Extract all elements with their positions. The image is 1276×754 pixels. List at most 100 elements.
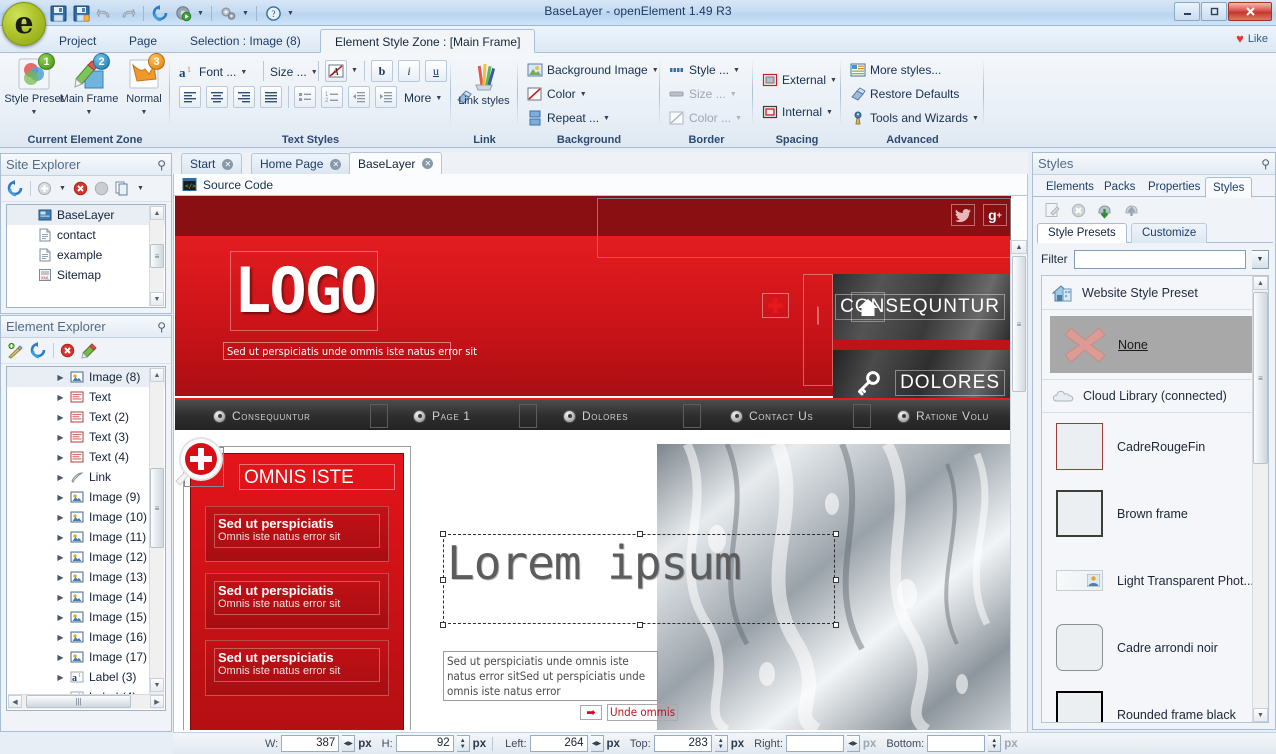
feature-row-2[interactable]: Sed ut perspiciatis Omnis iste natus err… — [205, 573, 389, 629]
bullet-list-button[interactable] — [294, 86, 316, 108]
more-text-styles-dropdown[interactable]: More ▼ — [404, 87, 442, 109]
undo-icon[interactable] — [94, 3, 114, 23]
canvas-vscrollbar[interactable]: ▲ ≡ ▼ — [1010, 240, 1027, 754]
expand-arrow-icon[interactable]: ▶ — [56, 533, 65, 542]
chevron-down-icon-size[interactable]: ▼ — [311, 69, 318, 76]
redo-icon[interactable] — [117, 3, 137, 23]
chevron-down-icon-bgimg[interactable]: ▼ — [652, 67, 659, 74]
element-item-image-16[interactable]: ▶ Image (16) — [7, 627, 165, 647]
top-spinner[interactable]: ▲ ▼ — [714, 735, 728, 752]
magnifier-plus-icon[interactable] — [175, 435, 228, 493]
twitter-icon[interactable] — [951, 204, 975, 226]
bold-button[interactable]: b — [371, 60, 393, 82]
decrease-indent-button[interactable] — [348, 86, 370, 108]
preview-dropdown-icon[interactable]: ▼ — [196, 10, 205, 17]
resize-handle-e[interactable] — [833, 577, 839, 583]
chevron-down-icon-bcolor[interactable]: ▼ — [735, 115, 742, 122]
export-style-icon[interactable] — [1123, 202, 1140, 219]
scroll-right-icon[interactable]: ▶ — [150, 695, 164, 708]
nav-item-page-1[interactable]: Page 1 — [413, 406, 471, 426]
doc-tab-start[interactable]: Start ✕ — [181, 153, 243, 174]
element-item-label-3[interactable]: ▶ a 1 Label (3) — [7, 667, 165, 687]
scroll-down-icon-2[interactable]: ▼ — [150, 678, 164, 692]
style-scroll-thumb[interactable]: ≡ — [1253, 292, 1268, 464]
chevron-down-icon-ext[interactable]: ▼ — [830, 77, 837, 84]
text-color-button[interactable]: A — [325, 60, 347, 82]
palette-icon[interactable] — [81, 342, 97, 359]
tab-properties[interactable]: Properties — [1141, 177, 1207, 197]
resize-handle-w[interactable] — [440, 577, 446, 583]
expand-arrow-icon[interactable]: ▶ — [56, 453, 65, 462]
background-image-dropdown[interactable]: Background Image ▼ — [527, 59, 659, 81]
add-placeholder-icon[interactable] — [762, 293, 789, 318]
style-item-cadrerougefin[interactable]: CadreRougeFin — [1042, 413, 1268, 480]
doc-tab-home-page[interactable]: Home Page ✕ — [251, 153, 351, 174]
chevron-down-icon-3[interactable]: ▼ — [141, 109, 148, 116]
pin-icon-2[interactable]: ⚲ — [157, 320, 166, 334]
font-dropdown[interactable]: a1 Font ... ▼ — [179, 61, 247, 83]
background-repeat-dropdown[interactable]: Repeat ... ▼ — [527, 107, 610, 129]
style-item-rounded-frame-black[interactable]: Rounded frame black — [1042, 681, 1268, 722]
restore-defaults-button[interactable]: Restore Defaults — [850, 83, 959, 105]
magic-wand-icon[interactable] — [7, 342, 24, 359]
minimize-button[interactable] — [1174, 2, 1200, 21]
style-list-scrollbar[interactable]: ▲ ≡ ▼ — [1252, 276, 1268, 722]
tab-elements[interactable]: Elements — [1039, 177, 1101, 197]
size-dropdown[interactable]: Size ... ▼ — [270, 61, 318, 83]
expand-arrow-icon[interactable]: ▶ — [56, 473, 65, 482]
expand-arrow-icon[interactable]: ▶ — [56, 613, 65, 622]
underline-button[interactable]: u — [425, 60, 447, 82]
element-item-image-15[interactable]: ▶ Image (15) — [7, 607, 165, 627]
resize-handle-s[interactable] — [637, 622, 643, 628]
left-spinner[interactable]: ◀▶ — [590, 735, 604, 752]
right-spinner[interactable]: ◀▶ — [846, 735, 860, 752]
tagline[interactable]: Sed ut perspiciatis unde ommis iste natu… — [223, 342, 477, 360]
element-tree-scrollbar[interactable]: ▲ ≡ ▼ — [149, 368, 164, 709]
chevron-down-icon-int[interactable]: ▼ — [826, 109, 833, 116]
group-cloud-library[interactable]: Cloud Library (connected) ▼ — [1042, 379, 1268, 413]
settings-icon[interactable] — [218, 3, 238, 23]
google-plus-icon[interactable]: g + — [983, 204, 1007, 226]
settings-dropdown-icon[interactable]: ▼ — [241, 10, 250, 17]
feature-card[interactable]: OMNIS ISTE Sed ut perspiciatis Omnis ist… — [175, 437, 411, 730]
site-tree-scrollbar[interactable]: ▲ ≡ ▼ — [149, 206, 164, 306]
feature-row-3[interactable]: Sed ut perspiciatis Omnis iste natus err… — [205, 640, 389, 696]
save-all-icon[interactable] — [71, 3, 91, 23]
chevron-down-icon[interactable]: ▼ — [31, 109, 38, 116]
element-item-text-4[interactable]: ▶ Text (4) — [7, 447, 165, 467]
italic-button[interactable]: i — [398, 60, 420, 82]
nav-item-consequuntur[interactable]: Consequuntur — [213, 406, 311, 426]
tools-and-wizards-dropdown[interactable]: Tools and Wizards ▼ — [850, 107, 979, 129]
pin-icon[interactable]: ⚲ — [157, 158, 166, 172]
expand-arrow-icon[interactable]: ▶ — [56, 373, 65, 382]
help-icon[interactable]: ? — [263, 3, 283, 23]
close-icon-3[interactable]: ✕ — [422, 158, 434, 169]
paragraph-text[interactable]: Sed ut perspiciatis unde omnis iste natu… — [443, 651, 658, 701]
style-preset-button[interactable]: 1 Style Preset ▼ — [3, 53, 65, 119]
site-item-baselayer[interactable]: BaseLayer — [7, 205, 165, 225]
site-item-contact[interactable]: contact — [7, 225, 165, 245]
style-scroll-down-icon[interactable]: ▼ — [1253, 708, 1268, 722]
top-value[interactable]: 283 — [653, 735, 712, 752]
scroll-down-icon[interactable]: ▼ — [150, 292, 164, 306]
chevron-down-icon-more[interactable]: ▼ — [435, 95, 442, 102]
style-item-brown-frame[interactable]: Brown frame — [1042, 480, 1268, 547]
canvas-scroll-thumb[interactable]: ≡ — [1012, 256, 1026, 392]
filter-input[interactable] — [1074, 250, 1245, 268]
expand-arrow-icon[interactable]: ▶ — [56, 413, 65, 422]
lorem-selection-box[interactable] — [440, 531, 839, 628]
refresh-elements-icon[interactable] — [30, 342, 47, 359]
refresh-site-icon[interactable] — [7, 180, 24, 197]
more-styles-button[interactable]: More styles... — [850, 59, 941, 81]
hscroll-thumb[interactable]: ||| — [26, 695, 131, 708]
element-item-image-8[interactable]: ▶ Image (8) — [7, 367, 165, 387]
subtab-customize[interactable]: Customize — [1131, 223, 1208, 243]
chevron-down-icon-bstyle[interactable]: ▼ — [733, 67, 740, 74]
normal-button[interactable]: 3 Normal ▼ — [113, 53, 175, 119]
chevron-down-icon-bgcolor[interactable]: ▼ — [580, 91, 587, 98]
photo-consequntur[interactable]: CONSEQUNTUR — [833, 274, 1011, 340]
chevron-down-icon-2[interactable]: ▼ — [86, 109, 93, 116]
source-code-bar[interactable]: </> Source Code — [173, 174, 1028, 196]
doc-tab-baselayer[interactable]: BaseLayer ✕ — [349, 152, 443, 174]
internal-spacing-dropdown[interactable]: Internal ▼ — [762, 101, 833, 123]
